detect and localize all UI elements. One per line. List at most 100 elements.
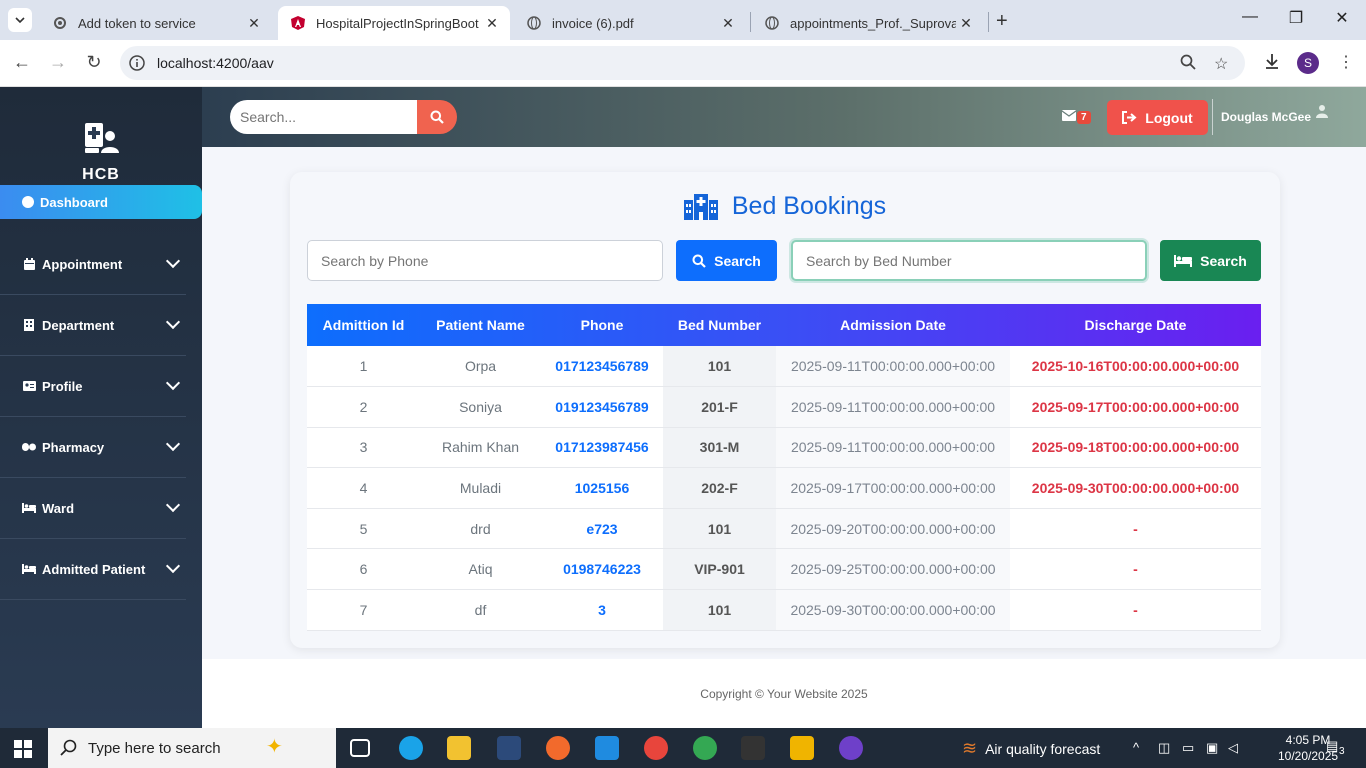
browser-tab[interactable]: appointments_Prof._Suprova_Sl ✕ <box>752 6 984 40</box>
tab-title: appointments_Prof._Suprova_Sl <box>790 15 956 31</box>
chrome-icon[interactable] <box>644 736 668 760</box>
patient-name-cell: Atiq <box>420 548 541 591</box>
close-icon[interactable]: ✕ <box>482 15 502 32</box>
site-info-icon[interactable] <box>128 54 146 72</box>
postman-icon[interactable] <box>546 736 570 760</box>
envelope-icon[interactable] <box>1061 109 1077 124</box>
file-explorer-icon[interactable] <box>447 736 471 760</box>
table-row[interactable]: 5 drd e723 101 2025-09-20T00:00:00.000+0… <box>307 508 1261 550</box>
table-row[interactable]: 2 Soniya 019123456789 201-F 2025-09-11T0… <box>307 386 1261 428</box>
top-search-input[interactable] <box>230 100 418 134</box>
sidebar-item-label: Department <box>42 317 115 333</box>
building-icon <box>22 319 36 331</box>
phone-cell: e723 <box>541 508 663 550</box>
table-row[interactable]: 7 df 3 101 2025-09-30T00:00:00.000+00:00… <box>307 589 1261 631</box>
phone-cell: 017123987456 <box>541 427 663 469</box>
reload-button[interactable]: ↻ <box>82 52 106 73</box>
minimize-button[interactable]: — <box>1238 8 1262 26</box>
more-menu-icon[interactable]: ⋮ <box>1338 52 1354 72</box>
volume-icon[interactable]: ◁ <box>1228 740 1238 756</box>
new-tab-button[interactable]: + <box>996 10 1008 33</box>
video-editor-icon[interactable] <box>741 736 765 760</box>
sidebar-item-department[interactable]: Department <box>0 295 186 356</box>
zoom-icon[interactable] <box>1180 54 1196 75</box>
taskbar-search-input[interactable]: Type here to search ✦ <box>48 728 336 768</box>
download-icon[interactable] <box>1263 52 1281 75</box>
chevron-down-icon <box>165 253 181 269</box>
brand[interactable]: HCB <box>0 121 202 184</box>
display-icon[interactable]: ▭ <box>1182 740 1194 756</box>
chrome-icon[interactable] <box>693 736 717 760</box>
battery-icon[interactable]: ▣ <box>1206 740 1218 756</box>
sidebar-item-label: Admitted Patient <box>42 561 146 577</box>
chevron-up-icon[interactable]: ^ <box>1133 740 1139 755</box>
column-header[interactable]: Discharge Date <box>1010 304 1261 346</box>
tab-search-button[interactable] <box>8 8 32 32</box>
table-row[interactable]: 6 Atiq 0198746223 VIP-901 2025-09-25T00:… <box>307 548 1261 591</box>
gauge-icon <box>22 196 34 208</box>
column-header[interactable]: Admission Date <box>776 304 1010 346</box>
profile-avatar[interactable]: S <box>1297 52 1319 74</box>
close-icon[interactable]: ✕ <box>956 15 976 32</box>
sidebar: HCB Dashboard Appointment Department Pro… <box>0 87 202 728</box>
browser-tab-active[interactable]: HospitalProjectInSpringBoot ✕ <box>278 6 510 40</box>
phone-search-button[interactable]: Search <box>676 240 777 281</box>
taskbar-search-placeholder: Type here to search <box>88 739 221 757</box>
omnibox[interactable]: localhost:4200/aav ☆ <box>120 46 1245 80</box>
close-icon[interactable]: ✕ <box>718 15 738 32</box>
calendar-icon <box>22 258 36 270</box>
sidebar-item-pharmacy[interactable]: Pharmacy <box>0 417 186 478</box>
bed-search-button[interactable]: Search <box>1160 240 1261 281</box>
phone-cell: 0198746223 <box>541 548 663 591</box>
weather-widget[interactable]: ≋ Air quality forecast <box>962 738 1100 759</box>
username[interactable]: Douglas McGee <box>1221 110 1311 124</box>
close-icon[interactable]: ✕ <box>244 15 264 32</box>
patient-name-cell: df <box>420 589 541 631</box>
column-header[interactable]: Patient Name <box>420 304 541 346</box>
browser-tab[interactable]: invoice (6).pdf ✕ <box>514 6 746 40</box>
restore-button[interactable]: ❐ <box>1284 8 1308 28</box>
windows-start-icon[interactable] <box>14 740 32 758</box>
mysql-workbench-icon[interactable] <box>497 736 521 760</box>
page-title-text: Bed Bookings <box>731 192 887 220</box>
sidebar-item-appointment[interactable]: Appointment <box>0 234 186 295</box>
top-search-button[interactable] <box>417 100 457 134</box>
edge-icon[interactable] <box>399 736 423 760</box>
close-window-button[interactable]: ✕ <box>1330 8 1354 28</box>
logout-button[interactable]: Logout <box>1107 100 1208 135</box>
phone-cell: 1025156 <box>541 467 663 509</box>
network-icon[interactable]: ◫ <box>1158 740 1170 756</box>
tab-title: invoice (6).pdf <box>552 15 634 31</box>
sidebar-item-admitted-patient[interactable]: Admitted Patient <box>0 539 186 600</box>
browser-tab[interactable]: Add token to service ✕ <box>40 6 272 40</box>
vscode-icon[interactable] <box>595 736 619 760</box>
table-row[interactable]: 3 Rahim Khan 017123987456 301-M 2025-09-… <box>307 427 1261 469</box>
bed-number-cell: 301-M <box>663 427 776 469</box>
phone-search-input[interactable] <box>307 240 663 281</box>
sidebar-item-ward[interactable]: Ward <box>0 478 186 539</box>
table-row[interactable]: 4 Muladi 1025156 202-F 2025-09-17T00:00:… <box>307 467 1261 509</box>
column-header[interactable]: Phone <box>541 304 663 346</box>
admission-id-cell: 4 <box>307 467 420 509</box>
task-view-icon[interactable] <box>350 739 370 757</box>
column-header[interactable]: Admittion Id <box>307 304 420 346</box>
bed-number-cell: VIP-901 <box>663 548 776 591</box>
sidebar-item-profile[interactable]: Profile <box>0 356 186 417</box>
column-header[interactable]: Bed Number <box>663 304 776 346</box>
intellij-icon[interactable] <box>790 736 814 760</box>
sidebar-item-dashboard[interactable]: Dashboard <box>0 185 202 219</box>
discharge-date-cell: - <box>1010 589 1261 631</box>
bookmark-star-icon[interactable]: ☆ <box>1214 54 1228 74</box>
chevron-down-icon <box>165 375 181 391</box>
notifications-icon[interactable]: ▤ <box>1326 738 1338 754</box>
discharge-date-cell: - <box>1010 508 1261 550</box>
admission-id-cell: 6 <box>307 548 420 591</box>
back-button[interactable]: ← <box>10 52 34 73</box>
copyright-text: Copyright © Your Website 2025 <box>700 687 868 701</box>
sidebar-item-label: Ward <box>42 500 75 516</box>
forward-button[interactable]: → <box>46 52 70 73</box>
table-row[interactable]: 1 Orpa 017123456789 101 2025-09-11T00:00… <box>307 346 1261 388</box>
bed-number-search-input[interactable] <box>791 240 1147 281</box>
avatar[interactable] <box>1314 103 1330 119</box>
github-icon[interactable] <box>839 736 863 760</box>
